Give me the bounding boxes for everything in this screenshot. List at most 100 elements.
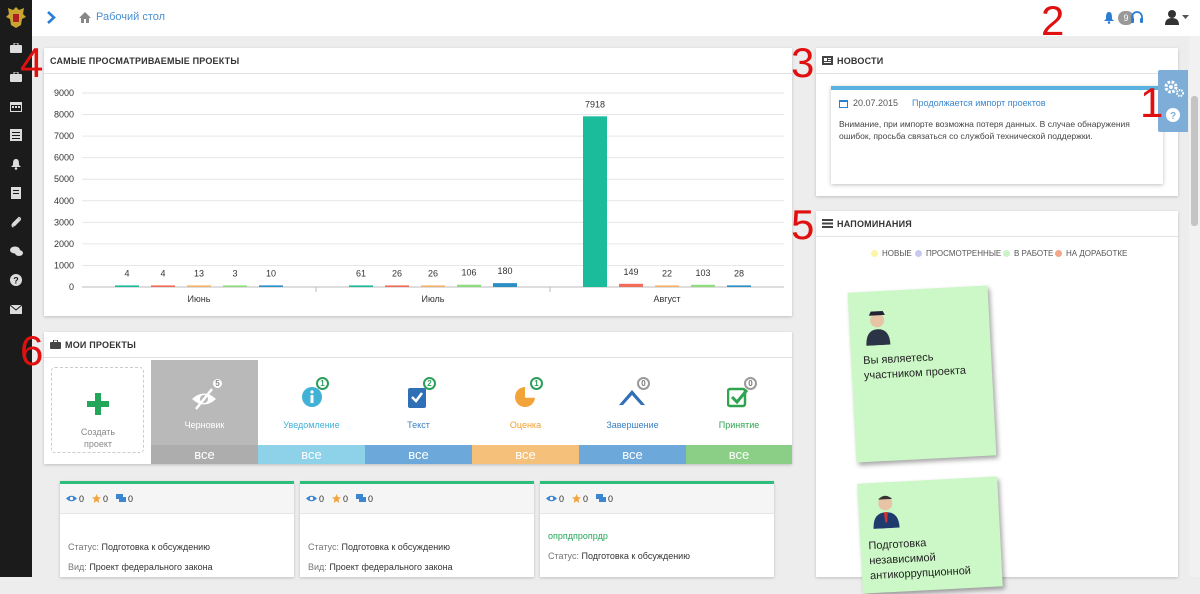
mail-icon[interactable]: [8, 302, 24, 316]
user-avatar-icon: [1165, 10, 1179, 25]
chart-bar: [457, 284, 481, 287]
bell-icon[interactable]: [8, 157, 24, 171]
tile-all-link[interactable]: все: [472, 445, 579, 464]
bell-icon[interactable]: [1103, 11, 1115, 24]
card-stats: 0 0 0: [540, 484, 774, 514]
flag-icon: [619, 390, 645, 405]
tile-all-link[interactable]: все: [151, 445, 258, 464]
paperclip-icon[interactable]: [8, 215, 24, 229]
count-badge: 5: [211, 377, 224, 390]
user-menu[interactable]: [1165, 9, 1189, 25]
help-icon[interactable]: ?: [8, 273, 24, 287]
tile-evaluation[interactable]: 1 Оценка все: [472, 360, 579, 464]
status-key: Статус:: [68, 542, 99, 552]
breadcrumb-label[interactable]: Рабочий стол: [96, 11, 165, 23]
chart-bar: [493, 283, 517, 287]
tile-draft[interactable]: 5 Черновик все: [151, 360, 258, 464]
newspaper-icon: [822, 56, 833, 65]
reminder-note[interactable]: Вы являетесь участником проекта: [847, 285, 997, 463]
coat-of-arms-logo: [6, 7, 26, 28]
news-panel-header: НОВОСТИ: [816, 48, 1178, 74]
status-value: Подготовка к обсуждению: [341, 542, 450, 552]
annotation-number: 2: [1041, 0, 1065, 44]
y-tick-label: 0: [69, 282, 74, 292]
comments-count: 0: [368, 493, 374, 504]
headset-icon[interactable]: [1130, 10, 1144, 24]
tile-all-link[interactable]: все: [686, 445, 792, 464]
document-icon[interactable]: [8, 186, 24, 200]
x-tick-label: Август: [653, 294, 680, 304]
breadcrumb[interactable]: Рабочий стол: [79, 11, 165, 23]
news-date: 20.07.2015: [853, 98, 899, 108]
views-count: 0: [559, 493, 565, 504]
legend-new[interactable]: НОВЫЕ: [871, 249, 912, 258]
project-card[interactable]: 0 0 0 Статус: Подготовка к обсуждению Ви…: [60, 481, 294, 577]
project-card[interactable]: 0 0 0 опрпдпропрдр Статус: Подготовка к …: [540, 481, 774, 577]
briefcase-icon: [50, 340, 61, 349]
card-project-name[interactable]: опрпдпропрдр: [548, 531, 608, 541]
tile-all-link[interactable]: все: [579, 445, 686, 464]
scrollbar-thumb[interactable]: [1191, 96, 1198, 226]
tile-notification[interactable]: 1 Уведомление все: [258, 360, 365, 464]
bar-value-label: 149: [623, 267, 638, 277]
list-icon[interactable]: [8, 128, 24, 142]
chat-icon[interactable]: [8, 244, 24, 258]
tile-adoption[interactable]: 0 Принятие все: [686, 360, 792, 464]
tile-label: Уведомление: [283, 420, 340, 430]
scrollbar-track[interactable]: [1189, 36, 1200, 577]
comments-icon: [596, 494, 607, 502]
count-badge: 0: [744, 377, 757, 390]
legend-label: В РАБОТЕ: [1014, 249, 1054, 258]
svg-text:?: ?: [1170, 111, 1176, 122]
stars-count: 0: [103, 493, 109, 504]
y-tick-label: 1000: [54, 260, 74, 270]
comments-count: 0: [128, 493, 134, 504]
reminders-panel-header: НАПОМИНАНИЯ: [816, 211, 1178, 237]
tile-all-link[interactable]: все: [258, 445, 365, 464]
tile-label: Текст: [407, 420, 430, 430]
gears-icon[interactable]: [1161, 76, 1185, 98]
eye-slash-icon: [192, 388, 216, 410]
status-key: Статус:: [548, 551, 579, 561]
chart-bar: [187, 285, 211, 287]
legend-label: НОВЫЕ: [882, 249, 912, 258]
chevron-right-icon[interactable]: [46, 11, 56, 24]
tile-all-link[interactable]: все: [365, 445, 472, 464]
official-avatar-icon: [873, 495, 900, 529]
tile-label: Оценка: [509, 420, 542, 430]
calendar-icon: [839, 99, 848, 108]
legend-viewed[interactable]: ПРОСМОТРЕННЫЕ: [915, 249, 1001, 258]
calendar-icon[interactable]: [8, 99, 24, 113]
legend-in-progress[interactable]: В РАБОТЕ: [1003, 249, 1053, 258]
y-tick-label: 2000: [54, 239, 74, 249]
comments-icon: [356, 494, 367, 502]
card-stats: 0 0 0: [60, 484, 294, 514]
tile-text[interactable]: 2 Текст все: [365, 360, 472, 464]
bar-value-label: 28: [734, 268, 744, 278]
help-icon[interactable]: ?: [1166, 108, 1180, 122]
reminder-note[interactable]: Подготовка независимой антикоррупционной: [857, 476, 1003, 594]
news-panel: НОВОСТИ 20.07.2015 Продолжается импорт п…: [816, 48, 1178, 196]
project-card[interactable]: 0 0 0 Статус: Подготовка к обсуждению Ви…: [300, 481, 534, 577]
chart-bar: [223, 285, 247, 287]
home-icon: [79, 11, 91, 23]
stars-count: 0: [583, 493, 589, 504]
stars-count: 0: [343, 493, 349, 504]
chart-panel-title: САМЫЕ ПРОСМАТРИВАЕМЫЕ ПРОЕКТЫ: [50, 55, 240, 66]
chart-panel-header: САМЫЕ ПРОСМАТРИВАЕМЫЕ ПРОЕКТЫ: [44, 48, 792, 74]
card-status: Статус: Подготовка к обсуждению: [308, 542, 450, 552]
legend-rework[interactable]: НА ДОРАБОТКЕ: [1055, 249, 1127, 258]
type-value: Проект федерального закона: [89, 562, 213, 572]
chart-bar: [655, 285, 679, 287]
reminder-note-text: Подготовка независимой антикоррупционной: [868, 537, 972, 583]
bar-value-label: 4: [160, 268, 165, 278]
card-type: Вид: Проект федерального закона: [68, 562, 213, 572]
news-headline-link[interactable]: Продолжается импорт проектов: [912, 98, 1045, 108]
news-item[interactable]: 20.07.2015 Продолжается импорт проектов …: [831, 86, 1163, 184]
create-project-button[interactable]: Создать проект: [51, 367, 144, 453]
y-tick-label: 6000: [54, 153, 74, 163]
tile-completion[interactable]: 0 Завершение все: [579, 360, 686, 464]
type-key: Вид:: [68, 562, 87, 572]
chart-bar: [727, 285, 751, 287]
bar-chart: 0 1000 2000 3000 4000 5000 6000 7000 8000 9000 Июн…: [54, 88, 784, 304]
